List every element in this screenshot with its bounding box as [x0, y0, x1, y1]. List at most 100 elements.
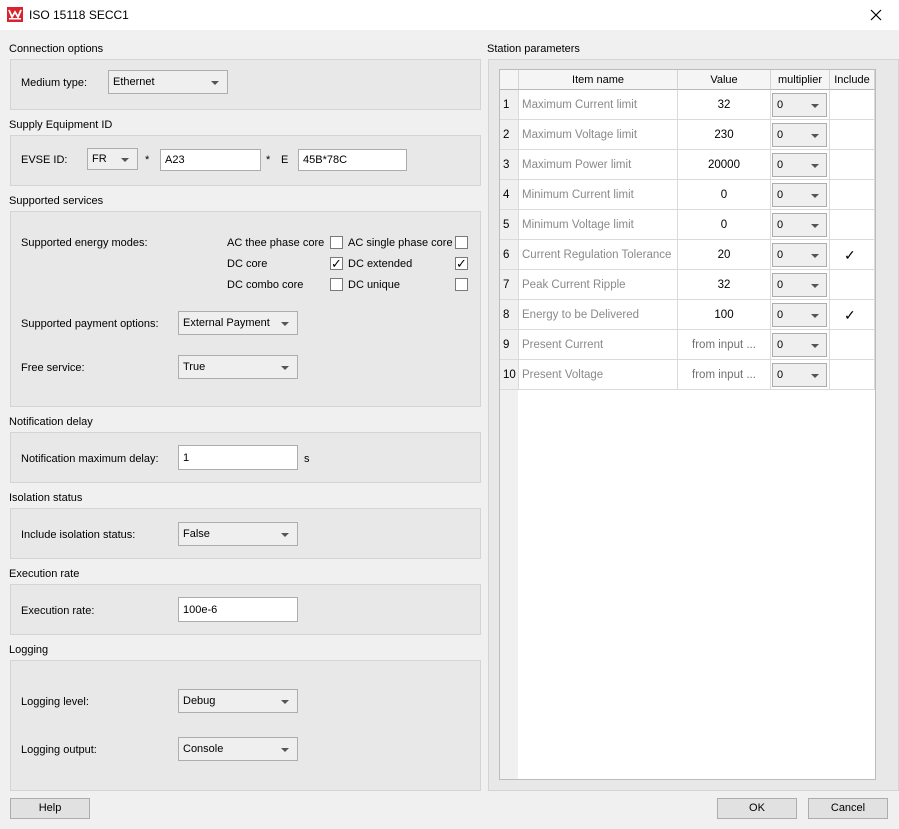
supply-section-title: Supply Equipment ID [9, 119, 113, 131]
multiplier-value: 0 [777, 219, 784, 231]
table-row: 3 Maximum Power limit 20000 0 [500, 150, 875, 180]
chevron-down-icon [121, 158, 129, 162]
mode-dc-core-checkbox[interactable]: ✓ [330, 257, 343, 270]
include-cell[interactable] [830, 360, 875, 390]
item-name-cell[interactable]: Maximum Power limit [519, 150, 678, 180]
value-cell[interactable]: from input ... [678, 330, 771, 360]
mode-dc-combo-core-label: DC combo core [227, 279, 304, 291]
mode-dc-extended-checkbox[interactable]: ✓ [455, 257, 468, 270]
multiplier-dropdown[interactable]: 0 [772, 333, 827, 357]
logging-output-dropdown[interactable]: Console [178, 737, 298, 761]
value-cell[interactable]: 32 [678, 90, 771, 120]
connection-group: Medium type: Ethernet [10, 59, 481, 110]
value-cell[interactable]: 230 [678, 120, 771, 150]
include-cell[interactable] [830, 270, 875, 300]
include-cell[interactable] [830, 180, 875, 210]
multiplier-dropdown[interactable]: 0 [772, 273, 827, 297]
chevron-down-icon [811, 224, 819, 228]
item-name-cell[interactable]: Minimum Voltage limit [519, 210, 678, 240]
value-cell[interactable]: 0 [678, 180, 771, 210]
chevron-down-icon [281, 700, 289, 704]
row-number: 8 [500, 300, 519, 330]
include-cell[interactable]: ✓ [830, 300, 875, 330]
payment-options-value: External Payment [183, 317, 270, 329]
mode-ac-single-phase-checkbox[interactable] [455, 236, 468, 249]
chevron-down-icon [811, 194, 819, 198]
notification-group: Notification maximum delay: 1 s [10, 432, 481, 483]
table-row: 9 Present Current from input ... 0 [500, 330, 875, 360]
table-row: 2 Maximum Voltage limit 230 0 [500, 120, 875, 150]
country-code-dropdown[interactable]: FR [87, 148, 138, 170]
help-button[interactable]: Help [10, 798, 90, 819]
value-cell[interactable]: 20 [678, 240, 771, 270]
multiplier-dropdown[interactable]: 0 [772, 363, 827, 387]
multiplier-cell: 0 [771, 90, 830, 120]
multiplier-dropdown[interactable]: 0 [772, 303, 827, 327]
medium-type-dropdown[interactable]: Ethernet [108, 70, 228, 94]
include-cell[interactable] [830, 210, 875, 240]
mode-ac-three-phase-checkbox[interactable] [330, 236, 343, 249]
execution-rate-input[interactable]: 100e-6 [178, 597, 298, 622]
value-cell[interactable]: 100 [678, 300, 771, 330]
operator-id-value: A23 [165, 154, 185, 166]
multiplier-dropdown[interactable]: 0 [772, 183, 827, 207]
item-name-cell[interactable]: Minimum Current limit [519, 180, 678, 210]
operator-id-input[interactable]: A23 [160, 149, 261, 171]
notification-delay-input[interactable]: 1 [178, 445, 298, 470]
value-cell[interactable]: 20000 [678, 150, 771, 180]
mode-dc-combo-core-checkbox[interactable] [330, 278, 343, 291]
include-cell[interactable] [830, 330, 875, 360]
value-cell[interactable]: from input ... [678, 360, 771, 390]
multiplier-dropdown[interactable]: 0 [772, 153, 827, 177]
value-cell[interactable]: 32 [678, 270, 771, 300]
logging-level-label: Logging level: [21, 696, 89, 708]
free-service-label: Free service: [21, 362, 85, 374]
row-number: 6 [500, 240, 519, 270]
multiplier-cell: 0 [771, 240, 830, 270]
item-name-cell[interactable]: Energy to be Delivered [519, 300, 678, 330]
row-number: 10 [500, 360, 519, 390]
chevron-down-icon [211, 81, 219, 85]
free-service-dropdown[interactable]: True [178, 355, 298, 379]
header-item-name[interactable]: Item name [519, 70, 678, 90]
include-cell[interactable] [830, 90, 875, 120]
payment-options-dropdown[interactable]: External Payment [178, 311, 298, 335]
include-cell[interactable]: ✓ [830, 240, 875, 270]
multiplier-value: 0 [777, 339, 784, 351]
item-name-cell[interactable]: Maximum Current limit [519, 90, 678, 120]
payment-options-label: Supported payment options: [21, 318, 159, 330]
medium-type-value: Ethernet [113, 76, 155, 88]
logging-level-value: Debug [183, 695, 216, 707]
evse-number-input[interactable]: 45B*78C [298, 149, 407, 171]
value-cell[interactable]: 0 [678, 210, 771, 240]
chevron-down-icon [281, 533, 289, 537]
mode-dc-unique-checkbox[interactable] [455, 278, 468, 291]
include-cell[interactable] [830, 150, 875, 180]
isolation-section-title: Isolation status [9, 492, 83, 504]
multiplier-dropdown[interactable]: 0 [772, 213, 827, 237]
header-value[interactable]: Value [678, 70, 771, 90]
execution-group: Execution rate: 100e-6 [10, 584, 481, 635]
multiplier-dropdown[interactable]: 0 [772, 243, 827, 267]
multiplier-cell: 0 [771, 120, 830, 150]
item-name-cell[interactable]: Current Regulation Tolerance [519, 240, 678, 270]
multiplier-value: 0 [777, 279, 784, 291]
multiplier-dropdown[interactable]: 0 [772, 123, 827, 147]
item-name-cell[interactable]: Peak Current Ripple [519, 270, 678, 300]
supply-group: EVSE ID: FR * A23 * E 45B*78C [10, 135, 481, 186]
close-button[interactable] [853, 0, 899, 30]
item-name-cell[interactable]: Maximum Voltage limit [519, 120, 678, 150]
multiplier-value: 0 [777, 99, 784, 111]
multiplier-dropdown[interactable]: 0 [772, 93, 827, 117]
row-number: 7 [500, 270, 519, 300]
logging-level-dropdown[interactable]: Debug [178, 689, 298, 713]
item-name-cell[interactable]: Present Voltage [519, 360, 678, 390]
ok-button[interactable]: OK [717, 798, 797, 819]
isolation-status-dropdown[interactable]: False [178, 522, 298, 546]
header-include[interactable]: Include [830, 70, 875, 90]
cancel-button[interactable]: Cancel [808, 798, 888, 819]
include-cell[interactable] [830, 120, 875, 150]
logging-output-label: Logging output: [21, 744, 97, 756]
item-name-cell[interactable]: Present Current [519, 330, 678, 360]
header-multiplier[interactable]: multiplier [771, 70, 830, 90]
